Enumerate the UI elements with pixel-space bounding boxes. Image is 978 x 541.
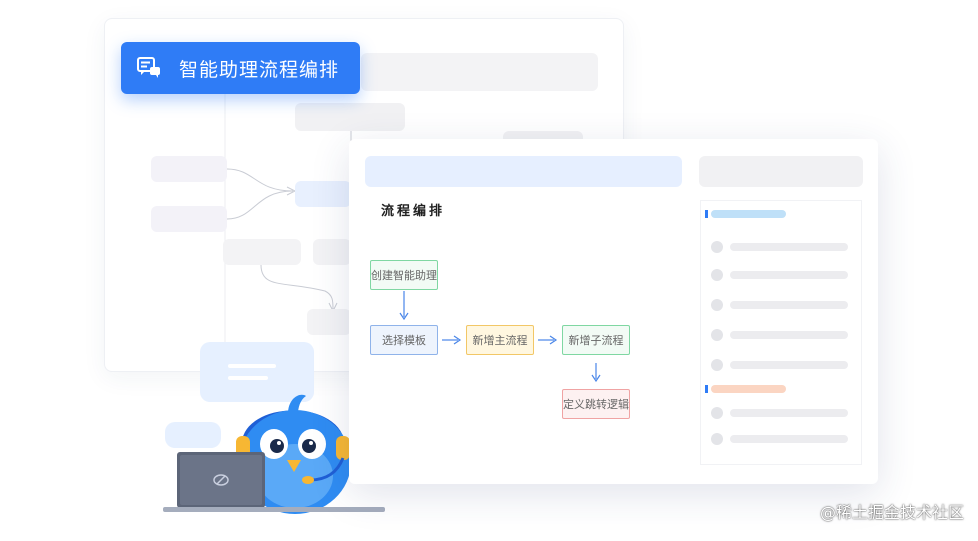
page-title-banner: 智能助理流程编排 (121, 42, 360, 94)
panel-list-item-placeholder[interactable] (730, 361, 848, 369)
chat-bubble-icon (137, 57, 160, 78)
panel-list-item-placeholder[interactable] (730, 271, 848, 279)
flow-node-define-jump-logic[interactable]: 定义跳转逻辑 (562, 389, 630, 419)
panel-list-item-placeholder[interactable] (730, 409, 848, 417)
background-node-placeholder (307, 309, 351, 335)
panel-list-bullet (711, 407, 723, 419)
panel-list-bullet (711, 329, 723, 341)
editor-toolbar-placeholder (365, 156, 682, 187)
panel-list-bullet (711, 241, 723, 253)
panel-list-item-placeholder[interactable] (730, 301, 848, 309)
background-toolbar-placeholder (361, 53, 598, 91)
background-node-placeholder (313, 239, 351, 265)
panel-section-header-placeholder (711, 210, 786, 218)
page-title: 智能助理流程编排 (179, 58, 340, 81)
panel-list-bullet (711, 299, 723, 311)
flow-node-add-main-flow[interactable]: 新增主流程 (466, 325, 534, 355)
editor-search-placeholder (699, 156, 863, 187)
flow-node-add-sub-flow[interactable]: 新增子流程 (562, 325, 630, 355)
panel-section-header-placeholder (711, 385, 786, 393)
background-node-placeholder (151, 206, 227, 232)
background-node-placeholder (223, 239, 301, 265)
panel-section-marker (705, 385, 708, 393)
panel-list-item-placeholder[interactable] (730, 243, 848, 251)
section-title: 流程编排 (381, 204, 446, 219)
background-node-placeholder (295, 181, 351, 207)
panel-section-marker (705, 210, 708, 218)
panel-list-item-placeholder[interactable] (730, 435, 848, 443)
background-node-placeholder (295, 103, 405, 131)
flow-node-create-assistant[interactable]: 创建智能助理 (370, 260, 438, 290)
panel-list-bullet (711, 269, 723, 281)
watermark: @稀土掘金技术社区 (819, 503, 964, 522)
panel-list-bullet (711, 359, 723, 371)
panel-list-item-placeholder[interactable] (730, 331, 848, 339)
flow-node-select-template[interactable]: 选择模板 (370, 325, 438, 355)
side-panel (701, 201, 861, 464)
panel-list-bullet (711, 433, 723, 445)
background-node-placeholder (151, 156, 227, 182)
